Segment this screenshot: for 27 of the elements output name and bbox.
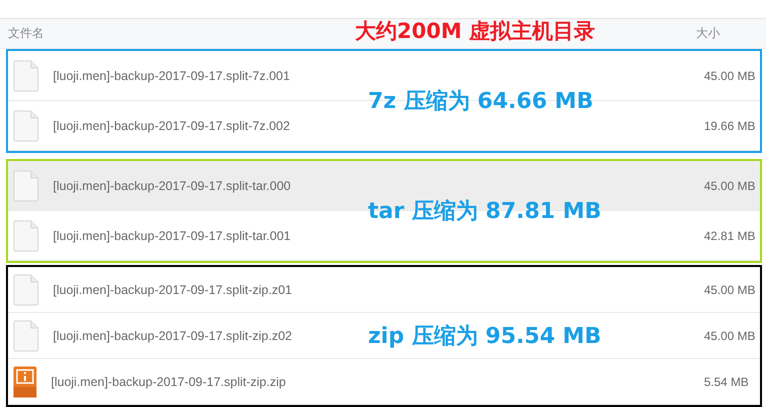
- file-size: 45.00 MB: [704, 178, 756, 192]
- file-icon: [13, 170, 39, 202]
- annotation-label: zip 压缩为 95.54 MB: [368, 323, 602, 351]
- file-row[interactable]: [luoji.men]-backup-2017-09-17.split-zip.z01 45.00 MB: [8, 267, 760, 313]
- file-size: 42.81 MB: [704, 228, 756, 242]
- column-header[interactable]: 大小: [696, 25, 720, 42]
- file-size: 45.00 MB: [704, 282, 756, 296]
- file-size: 45.00 MB: [704, 68, 756, 82]
- column-header[interactable]: 文件名: [8, 25, 44, 42]
- file-name[interactable]: [luoji.men]-backup-2017-09-17.split-7z.002: [53, 118, 290, 132]
- file-name[interactable]: [luoji.men]-backup-2017-09-17.split-tar.000: [53, 178, 291, 192]
- file-size: 45.00 MB: [704, 328, 756, 342]
- file-icon: [13, 60, 39, 92]
- file-name[interactable]: [luoji.men]-backup-2017-09-17.split-zip.zip: [51, 374, 286, 388]
- file-row[interactable]: [luoji.men]-backup-2017-09-17.split-zip.zip 5.54 MB: [8, 359, 760, 405]
- annotation-title: 大约200M 虚拟主机目录: [355, 18, 596, 45]
- file-icon: [13, 320, 39, 352]
- file-name[interactable]: [luoji.men]-backup-2017-09-17.split-zip.z02: [53, 328, 292, 342]
- file-name[interactable]: [luoji.men]-backup-2017-09-17.split-zip.z01: [53, 282, 292, 296]
- file-icon: [13, 274, 39, 306]
- file-name[interactable]: [luoji.men]-backup-2017-09-17.split-tar.001: [53, 228, 291, 242]
- file-icon: [13, 110, 39, 142]
- file-size: 5.54 MB: [704, 374, 750, 388]
- file-icon: [13, 220, 39, 252]
- file-size: 19.66 MB: [704, 118, 756, 132]
- file-name[interactable]: [luoji.men]-backup-2017-09-17.split-7z.001: [53, 68, 290, 82]
- zip-file-icon: [13, 366, 37, 398]
